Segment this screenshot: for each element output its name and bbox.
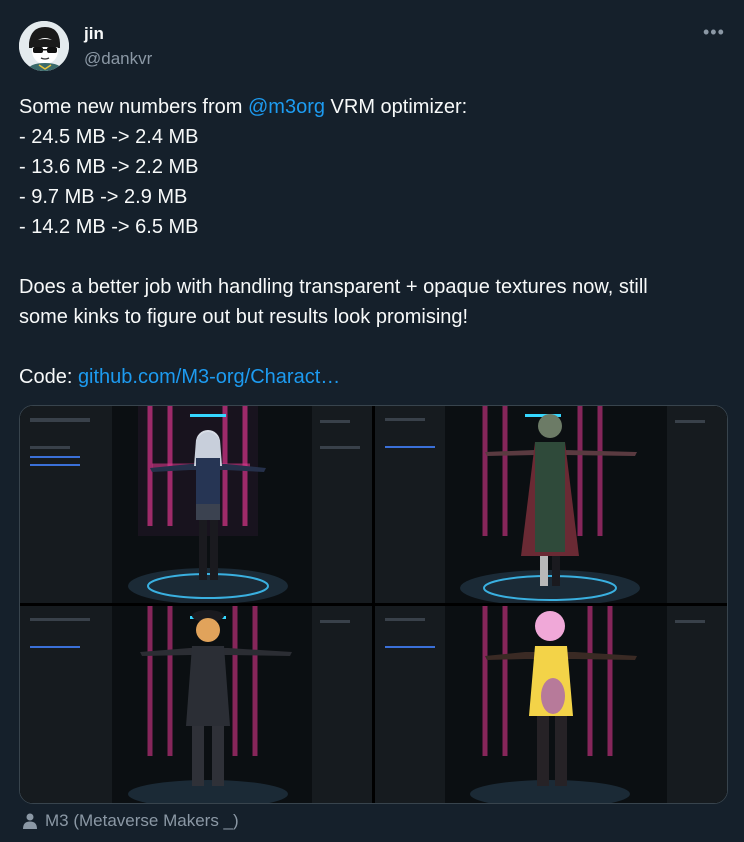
cartoon-avatar-icon [19,21,69,71]
media-panel[interactable] [375,606,727,803]
result-line: - 9.7 MB -> 2.9 MB [19,186,188,208]
media-grid[interactable] [19,405,728,804]
more-options-icon[interactable]: ••• [703,22,725,43]
tweet-intro-suffix: VRM optimizer: [324,96,468,118]
community-attribution[interactable]: M3 (Metaverse Makers _) [23,811,239,831]
media-panel[interactable] [375,406,727,603]
result-line: - 24.5 MB -> 2.4 MB [19,126,199,148]
tweet-intro-text: Some new numbers from [19,96,248,118]
tweet-text: Some new numbers from @m3org VRM optimiz… [19,92,729,392]
character-render-image [375,406,727,603]
community-label[interactable]: M3 (Metaverse Makers _) [45,811,239,831]
tweet-intro-line: Some new numbers from @m3org VRM optimiz… [19,92,729,122]
author-name[interactable]: jin [84,24,104,44]
code-line: Code: github.com/M3-org/Charact… [19,362,729,392]
code-link[interactable]: github.com/M3-org/Charact… [78,366,340,388]
result-line: - 14.2 MB -> 6.5 MB [19,216,199,238]
character-render-image [20,606,372,803]
media-panel[interactable] [20,406,372,603]
media-panel[interactable] [20,606,372,803]
mention-link[interactable]: @m3org [248,96,325,118]
paragraph-line: Does a better job with handling transpar… [19,276,648,298]
code-label: Code: [19,366,78,388]
author-handle[interactable]: @dankvr [84,49,152,69]
person-icon [23,813,37,829]
character-render-image [20,406,372,603]
paragraph-line: some kinks to figure out but results loo… [19,306,469,328]
character-render-image [375,606,727,803]
author-avatar[interactable] [19,21,69,71]
result-line: - 13.6 MB -> 2.2 MB [19,156,199,178]
